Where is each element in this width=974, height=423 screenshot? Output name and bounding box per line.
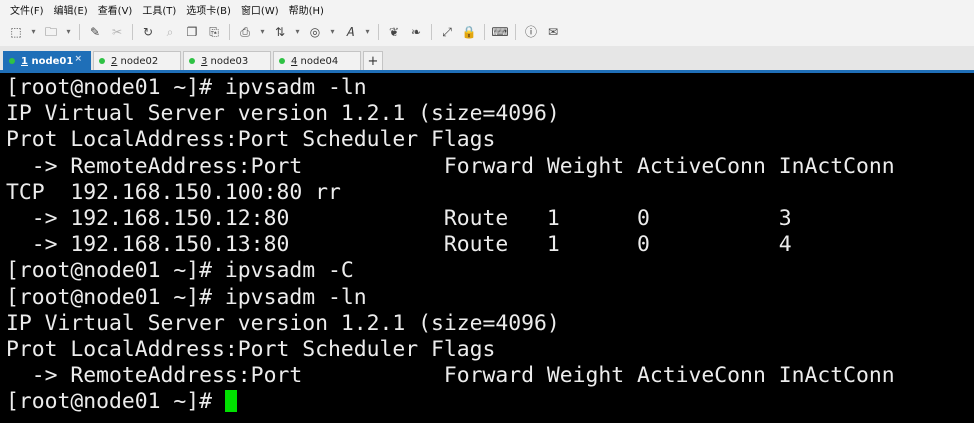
tab-label: 1 node01 <box>21 55 74 67</box>
session-status-dot <box>9 58 15 64</box>
terminal-line: Prot LocalAddress:Port Scheduler Flags <box>6 336 496 362</box>
session-status-dot <box>99 58 105 64</box>
xftp-icon[interactable]: ❧ <box>406 22 426 42</box>
menu-tools[interactable]: 工具(T) <box>142 2 176 17</box>
shell-prompt: [root@node01 ~]# <box>6 389 225 415</box>
transfer-icon[interactable]: ⇅ <box>270 22 290 42</box>
paste-icon[interactable]: ⎘ <box>204 22 224 42</box>
terminal-line: -> RemoteAddress:Port Forward Weight Act… <box>6 153 895 179</box>
lock-icon[interactable]: 🔒 <box>459 22 479 42</box>
terminal-line: IP Virtual Server version 1.2.1 (size=40… <box>6 101 560 127</box>
toolbar-divider <box>132 24 133 40</box>
terminal-prompt-line[interactable]: [root@node01 ~]# <box>6 389 974 415</box>
toolbar-divider <box>484 24 485 40</box>
tab-node01[interactable]: 1 node01 × <box>3 51 91 70</box>
menu-edit[interactable]: 编辑(E) <box>54 2 88 17</box>
tab-node04[interactable]: 4 node04 <box>273 51 361 70</box>
chevron-down-icon[interactable]: ▾ <box>327 22 338 42</box>
menu-bar: 文件(F) 编辑(E) 查看(V) 工具(T) 选项卡(B) 窗口(W) 帮助(… <box>0 0 974 18</box>
terminal-line: -> 192.168.150.12:80 Route 1 0 3 <box>6 205 792 231</box>
chat-icon[interactable]: ✉ <box>543 22 563 42</box>
tab-node02[interactable]: 2 node02 <box>93 51 181 70</box>
fullscreen-icon[interactable]: ⤢ <box>437 22 457 42</box>
terminal-line: [root@node01 ~]# ipvsadm -C <box>6 258 354 284</box>
menu-tabs[interactable]: 选项卡(B) <box>186 2 231 17</box>
session-status-dot <box>279 58 285 64</box>
reconnect-icon[interactable]: ↻ <box>138 22 158 42</box>
globe-icon[interactable]: ◎ <box>305 22 325 42</box>
new-session-icon[interactable]: ⬚ <box>6 22 26 42</box>
terminal-line: -> 192.168.150.13:80 Route 1 0 4 <box>6 232 792 258</box>
terminal-output[interactable]: [root@node01 ~]# ipvsadm -ln IP Virtual … <box>0 73 974 423</box>
terminal-line: IP Virtual Server version 1.2.1 (size=40… <box>6 310 560 336</box>
terminal-cursor <box>224 390 237 413</box>
script-icon[interactable]: ❦ <box>384 22 404 42</box>
menu-window[interactable]: 窗口(W) <box>241 2 279 17</box>
chevron-down-icon[interactable]: ▾ <box>362 22 373 42</box>
find-icon[interactable]: ⌕ <box>160 22 180 42</box>
copy-icon[interactable]: ❐ <box>182 22 202 42</box>
xshell-window: 文件(F) 编辑(E) 查看(V) 工具(T) 选项卡(B) 窗口(W) 帮助(… <box>0 0 974 423</box>
chevron-down-icon[interactable]: ▾ <box>63 22 74 42</box>
toolbar-divider <box>229 24 230 40</box>
menu-view[interactable]: 查看(V) <box>98 2 133 17</box>
chevron-down-icon[interactable]: ▾ <box>28 22 39 42</box>
chevron-down-icon[interactable]: ▾ <box>292 22 303 42</box>
menu-file[interactable]: 文件(F) <box>10 2 44 17</box>
toolbar-divider <box>515 24 516 40</box>
session-status-dot <box>189 58 195 64</box>
disconnect-icon[interactable]: ✂ <box>107 22 127 42</box>
add-tab-button[interactable]: + <box>363 51 383 70</box>
terminal-line: [root@node01 ~]# ipvsadm -ln <box>6 75 367 100</box>
print-icon[interactable]: ⎙ <box>235 22 255 42</box>
terminal-line: TCP 192.168.150.100:80 rr <box>6 179 341 205</box>
toolbar-divider <box>378 24 379 40</box>
pencil-icon[interactable]: ✎ <box>85 22 105 42</box>
chevron-down-icon[interactable]: ▾ <box>257 22 268 42</box>
open-folder-icon[interactable]: 🗀 <box>41 22 61 42</box>
terminal-line: Prot LocalAddress:Port Scheduler Flags <box>6 127 496 153</box>
keyboard-icon[interactable]: ⌨ <box>490 22 510 42</box>
tab-label: 4 node04 <box>291 55 339 67</box>
terminal-line: [root@node01 ~]# ipvsadm -ln <box>6 284 367 310</box>
tab-node03[interactable]: 3 node03 <box>183 51 271 70</box>
tab-label: 2 node02 <box>111 55 159 67</box>
help-icon[interactable]: ⓘ <box>521 22 541 42</box>
session-tab-bar: 1 node01 × 2 node02 3 node03 4 node04 + <box>0 46 974 73</box>
toolbar: ⬚ ▾ 🗀 ▾ ✎ ✂ ↻ ⌕ ❐ ⎘ ⎙ ▾ ⇅ ▾ ◎ ▾ 𝐴 ▾ ❦ ❧ … <box>0 18 974 46</box>
tab-label: 3 node03 <box>201 55 249 67</box>
toolbar-divider <box>79 24 80 40</box>
terminal-line: -> RemoteAddress:Port Forward Weight Act… <box>6 363 895 389</box>
close-icon[interactable]: × <box>74 54 82 64</box>
font-icon[interactable]: 𝐴 <box>340 22 360 42</box>
menu-help[interactable]: 帮助(H) <box>289 2 324 17</box>
toolbar-divider <box>431 24 432 40</box>
